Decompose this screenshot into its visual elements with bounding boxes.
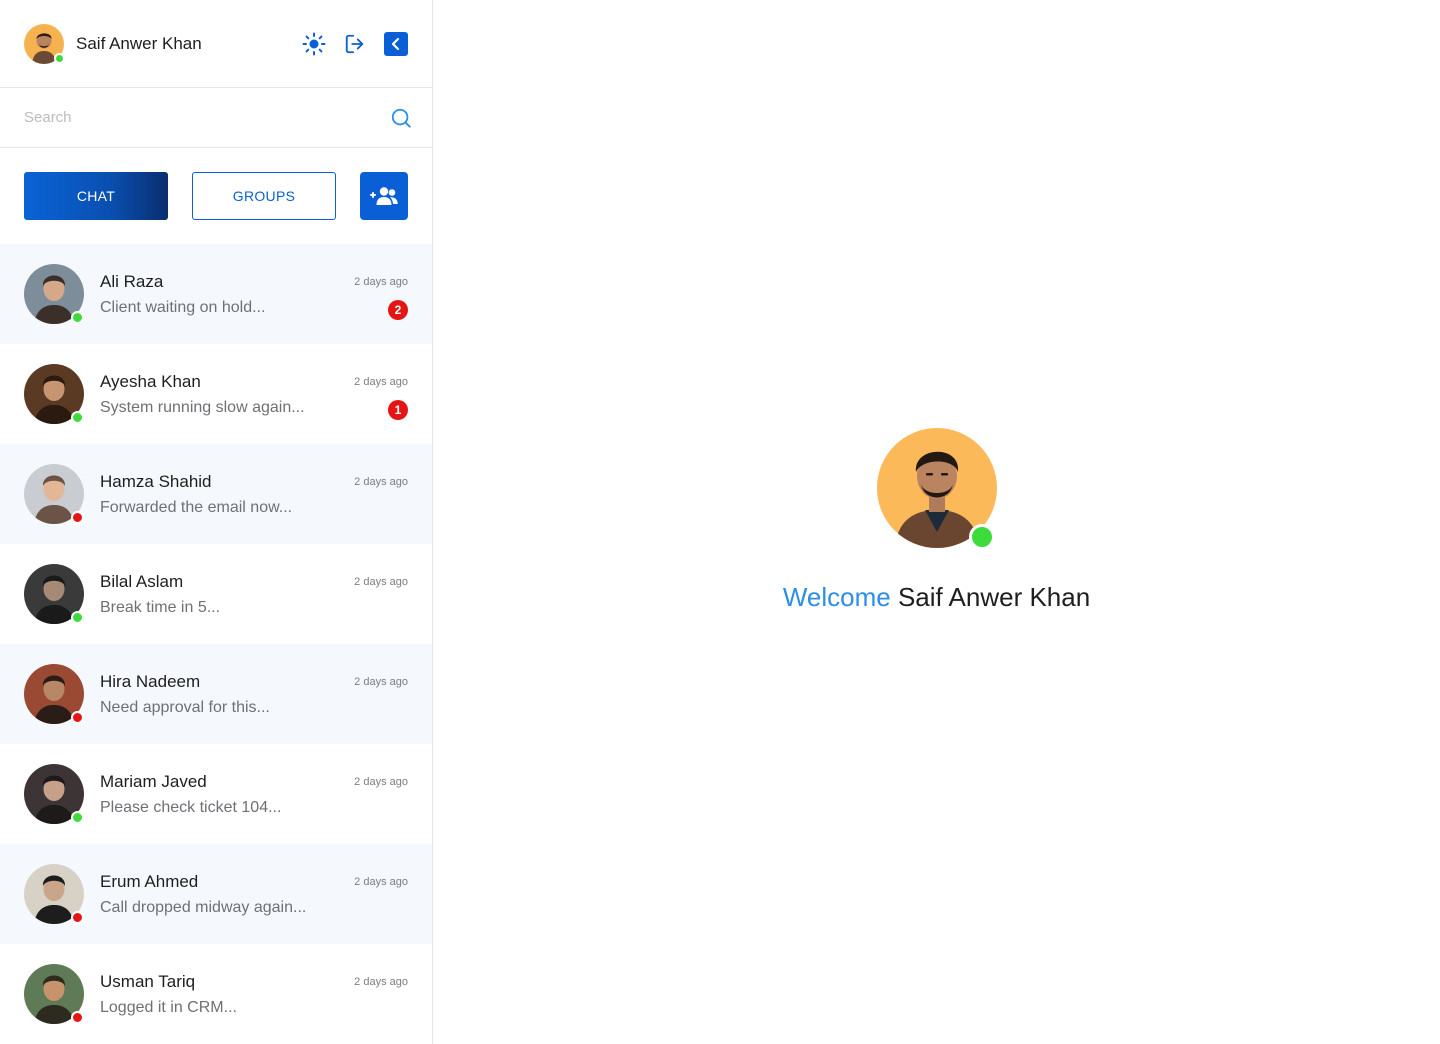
last-message: System running slow again... (100, 399, 305, 416)
status-dot (71, 711, 84, 724)
contact-name: Usman Tariq (100, 972, 196, 991)
message-time: 2 days ago (354, 976, 408, 988)
chat-item-body: Mariam Javed Please check ticket 104... 2 … (100, 764, 408, 824)
contact-avatar (24, 264, 84, 324)
message-time: 2 days ago (354, 276, 408, 288)
chat-list-item[interactable]: Ali Raza Client waiting on hold... 2 days … (0, 244, 432, 344)
chat-list-item[interactable]: Mariam Javed Please check ticket 104... 2 … (0, 744, 432, 844)
contact-avatar (24, 964, 84, 1024)
contact-name: Mariam Javed (100, 772, 207, 791)
last-message: Break time in 5... (100, 599, 221, 616)
user-name: Saif Anwer Khan (76, 33, 202, 53)
last-message: Need approval for this... (100, 699, 270, 716)
welcome-message: Welcome Saif Anwer Khan (783, 582, 1090, 613)
status-dot (71, 1011, 84, 1024)
welcome-greeting: Welcome (782, 582, 891, 612)
chat-list-item[interactable]: Ayesha Khan System running slow again... 2… (0, 344, 432, 444)
status-dot (71, 511, 84, 524)
chat-item-body: Usman Tariq Logged it in CRM... 2 days ago (100, 964, 408, 1024)
sidebar-header: Saif Anwer Khan (0, 0, 432, 88)
contact-avatar (24, 564, 84, 624)
welcome-section: Welcome Saif Anwer Khan (433, 428, 1440, 613)
logout-button[interactable] (343, 32, 367, 56)
collapse-sidebar-button[interactable] (384, 31, 408, 56)
contact-name: Hamza Shahid (100, 472, 212, 491)
unread-badge: 1 (388, 400, 408, 420)
chat-list-item[interactable]: Bilal Aslam Break time in 5... 2 days ago (0, 544, 432, 644)
message-time: 2 days ago (354, 876, 408, 888)
contact-avatar (24, 764, 84, 824)
chat-list-item[interactable]: Usman Tariq Logged it in CRM... 2 days ago (0, 944, 432, 1044)
contact-name: Ali Raza (100, 272, 164, 291)
message-time: 2 days ago (354, 576, 408, 588)
contact-name: Erum Ahmed (100, 872, 199, 891)
online-status-dot (54, 52, 65, 64)
contact-avatar (24, 464, 84, 524)
header-actions (302, 31, 408, 56)
sidebar: Saif Anwer Khan Search CHAT GROUPS Ali R… (0, 0, 433, 1044)
message-time: 2 days ago (354, 476, 408, 488)
last-message: Client waiting on hold... (100, 299, 266, 316)
welcome-avatar (876, 428, 997, 550)
search-icon[interactable] (390, 107, 412, 129)
contact-avatar (24, 664, 84, 724)
online-status-dot (968, 524, 995, 550)
contact-name: Bilal Aslam (100, 572, 184, 591)
message-time: 2 days ago (354, 376, 408, 388)
message-time: 2 days ago (354, 676, 408, 688)
status-dot (71, 811, 84, 824)
search-input[interactable] (24, 109, 390, 126)
chat-app: Saif Anwer Khan Search CHAT GROUPS Ali R… (0, 0, 1440, 1044)
contact-name: Ayesha Khan (100, 372, 201, 391)
chat-list-item[interactable]: Hira Nadeem Need approval for this... 2 da… (0, 644, 432, 744)
contact-avatar (24, 864, 84, 924)
main-panel: Welcome Saif Anwer Khan (433, 0, 1440, 1044)
unread-badge: 2 (388, 300, 408, 320)
chat-tabs: CHAT GROUPS (0, 148, 432, 244)
user-avatar[interactable] (24, 23, 65, 64)
chevron-left-icon (391, 37, 400, 50)
contact-avatar (24, 364, 84, 424)
chat-item-body: Ayesha Khan System running slow again... 2… (100, 364, 408, 424)
last-message: Logged it in CRM... (100, 999, 237, 1016)
chat-item-body: Hira Nadeem Need approval for this... 2 da… (100, 664, 408, 724)
chat-list: Ali Raza Client waiting on hold... 2 days … (0, 244, 432, 1044)
chat-item-body: Bilal Aslam Break time in 5... 2 days ago (100, 564, 408, 624)
status-dot (71, 611, 84, 624)
chat-list-item[interactable]: Erum Ahmed Call dropped midway again... 2 … (0, 844, 432, 944)
chat-item-body: Erum Ahmed Call dropped midway again... 2 … (100, 864, 408, 924)
chat-item-body: Ali Raza Client waiting on hold... 2 days … (100, 264, 408, 324)
search-bar (0, 88, 432, 148)
status-dot (71, 911, 84, 924)
theme-toggle-button[interactable] (302, 32, 326, 56)
last-message: Forwarded the email now... (100, 499, 293, 516)
add-users-icon (370, 187, 398, 205)
chat-list-item[interactable]: Hamza Shahid Forwarded the email now... 2 … (0, 444, 432, 544)
contact-name: Hira Nadeem (100, 672, 201, 691)
message-time: 2 days ago (354, 776, 408, 788)
tab-groups[interactable]: GROUPS (192, 172, 336, 220)
last-message: Please check ticket 104... (100, 799, 282, 816)
last-message: Call dropped midway again... (100, 899, 307, 916)
tab-chat[interactable]: CHAT (24, 172, 168, 220)
sun-icon (302, 32, 326, 55)
welcome-user-name: Saif Anwer Khan (897, 582, 1091, 612)
chat-item-body: Hamza Shahid Forwarded the email now... 2 … (100, 464, 408, 524)
logout-icon (345, 34, 364, 53)
add-contact-button[interactable] (360, 172, 408, 220)
status-dot (71, 411, 84, 424)
status-dot (71, 311, 84, 324)
